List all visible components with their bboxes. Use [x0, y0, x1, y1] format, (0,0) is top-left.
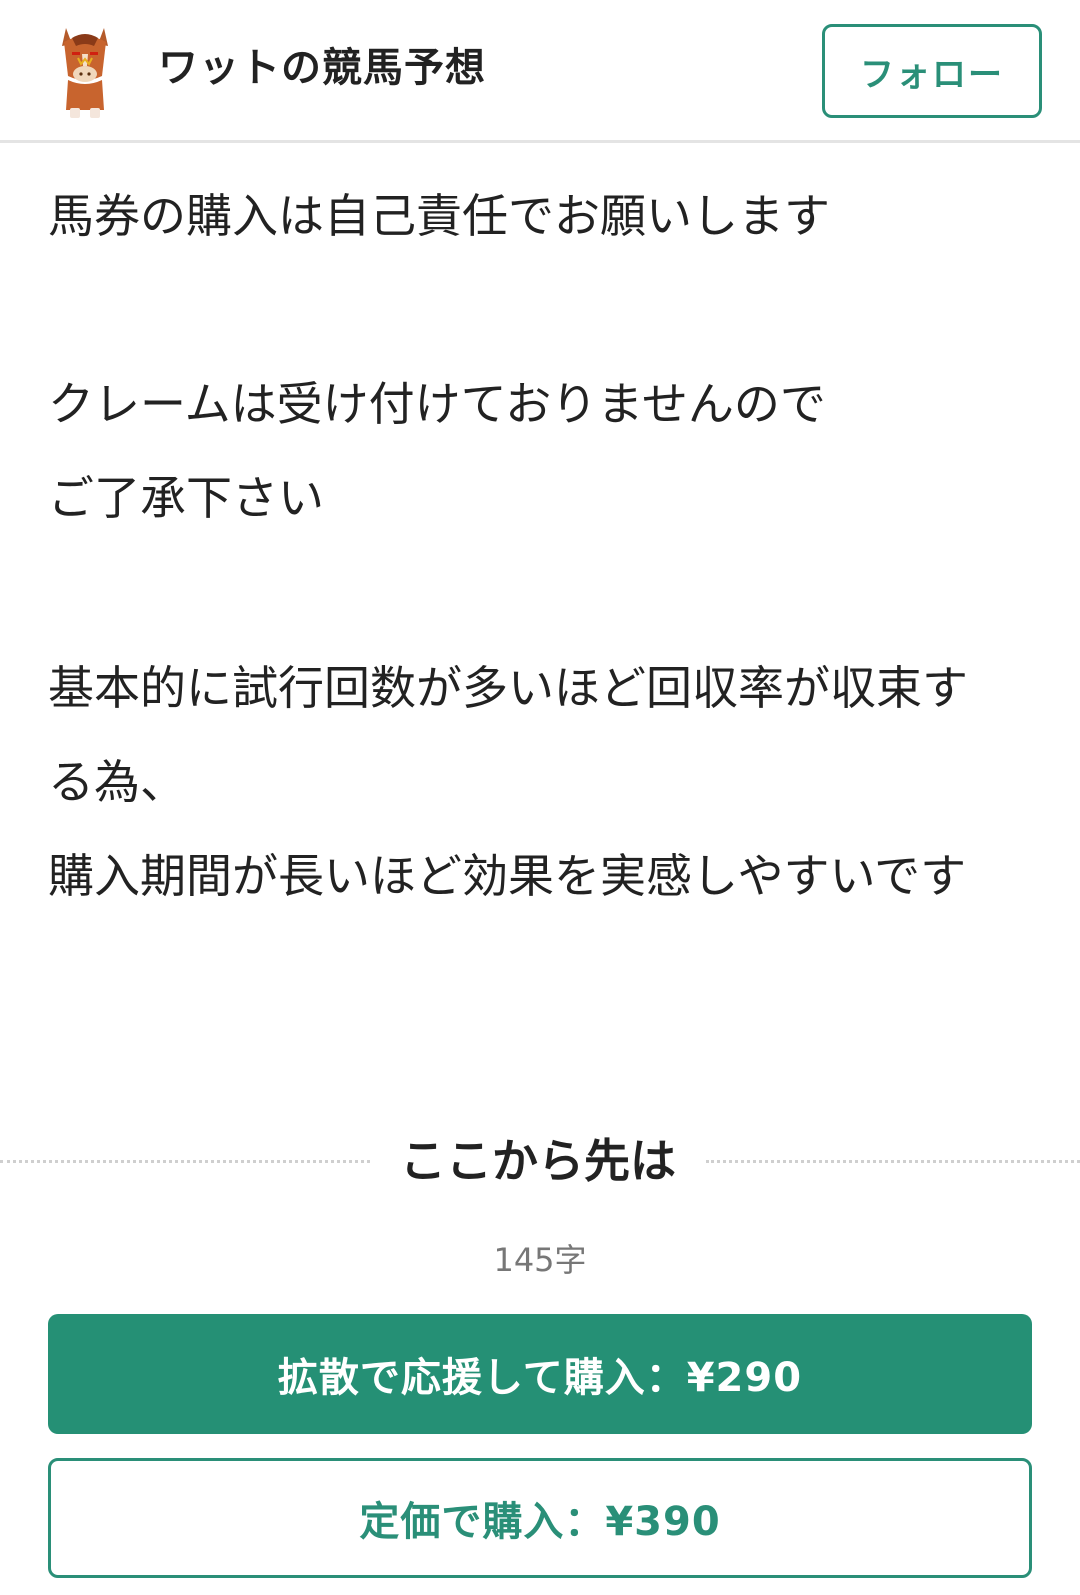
blog-title[interactable]: ワットの競馬予想: [158, 38, 486, 98]
article-line: る為、: [48, 755, 186, 809]
article-line: ご了承下さい: [48, 471, 324, 525]
horse-mascot-icon[interactable]: [58, 24, 112, 120]
article-line: 購入期間が長いほど効果を実感しやすいです: [48, 849, 967, 903]
divider-line-right: [706, 1160, 1080, 1163]
divider-line-left: [0, 1160, 370, 1163]
paywall-divider: ここから先は: [0, 1128, 1080, 1194]
paywall-heading: ここから先は: [400, 1134, 676, 1188]
char-count: 145字: [493, 1241, 587, 1279]
article-line: 馬券の購入は自己責任でお願いします: [48, 189, 830, 243]
article-line: 基本的に試行回数が多いほど回収率が収束す: [48, 661, 968, 715]
regular-purchase-button[interactable]: 定価で購入：¥390: [48, 1458, 1032, 1578]
article-line: クレームは受け付けておりませんので: [48, 377, 826, 431]
share-purchase-button[interactable]: 拡散で応援して購入：¥290: [48, 1314, 1032, 1434]
header-bar: ワットの競馬予想 フォロー: [0, 0, 1080, 143]
follow-button[interactable]: フォロー: [822, 24, 1042, 118]
